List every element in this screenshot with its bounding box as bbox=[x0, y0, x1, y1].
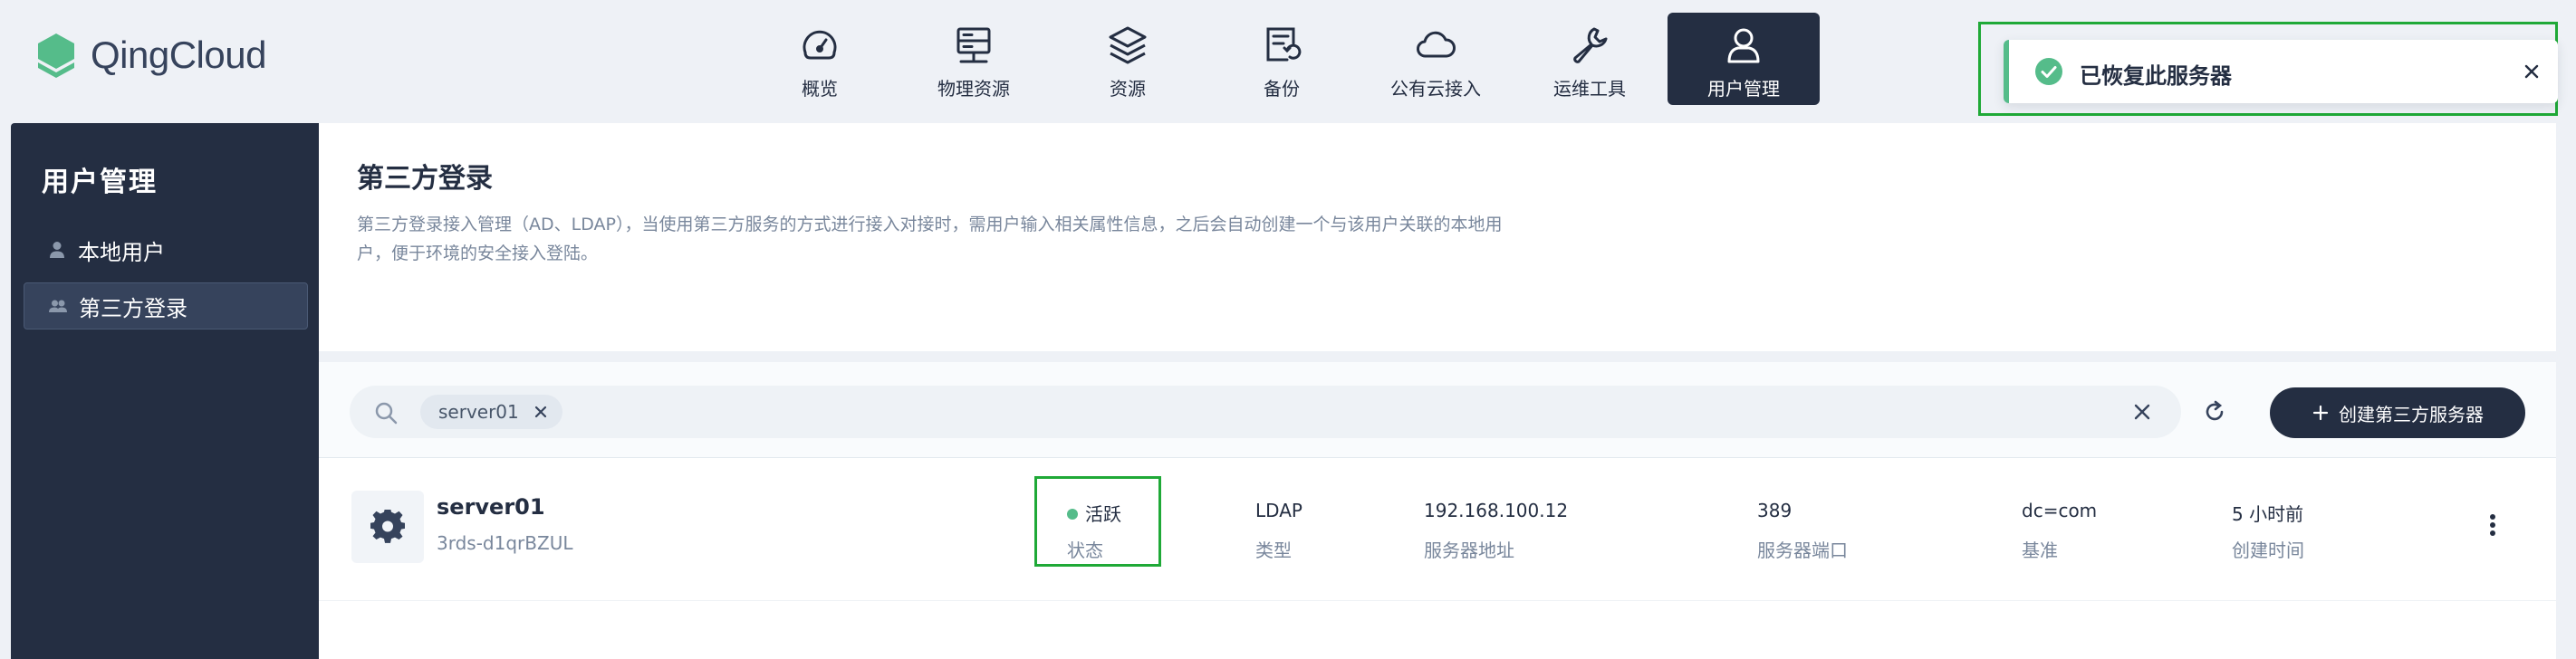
server-rack-icon bbox=[956, 27, 991, 63]
server-port-value: 389 bbox=[1757, 500, 1793, 521]
sidebar-item-label: 第三方登录 bbox=[79, 295, 187, 321]
dashboard-gauge-icon bbox=[803, 30, 837, 60]
user-icon bbox=[1727, 28, 1760, 63]
list-toolbar: server01 创建第三方服务器 bbox=[319, 362, 2556, 458]
nav-label: 物理资源 bbox=[937, 78, 1010, 100]
sidebar-item-local-users[interactable]: 本地用户 bbox=[24, 226, 308, 273]
users-icon bbox=[49, 300, 67, 312]
page-description: 第三方登录接入管理（AD、LDAP），当使用第三方服务的方式进行接入对接时，需用… bbox=[357, 215, 1503, 263]
server-port-label: 服务器端口 bbox=[1757, 540, 1848, 561]
nav-label: 公有云接入 bbox=[1390, 78, 1481, 100]
clear-search-icon[interactable] bbox=[2132, 402, 2152, 422]
backup-document-icon bbox=[1266, 27, 1302, 62]
sidebar-item-third-party-login[interactable]: 第三方登录 bbox=[24, 282, 308, 330]
refresh-button[interactable] bbox=[2192, 389, 2237, 435]
page-header: 第三方登录 第三方登录接入管理（AD、LDAP），当使用第三方服务的方式进行接入… bbox=[319, 123, 2556, 351]
check-circle-icon bbox=[2035, 58, 2062, 85]
server-list: server01 创建第三方服务器 server01 3rds-d1qrBZUL… bbox=[319, 362, 2556, 659]
server-name-link[interactable]: server01 bbox=[437, 494, 545, 520]
layers-icon bbox=[1109, 26, 1147, 64]
toast-message: 已恢复此服务器 bbox=[2080, 63, 2232, 89]
create-button-label: 创建第三方服务器 bbox=[2339, 403, 2484, 425]
cloud-icon bbox=[1417, 31, 1456, 58]
plus-icon bbox=[2312, 405, 2329, 421]
nav-item-public-cloud[interactable]: 公有云接入 bbox=[1360, 13, 1512, 105]
server-avatar bbox=[351, 491, 424, 563]
page-title: 第三方登录 bbox=[357, 163, 493, 195]
nav-label: 资源 bbox=[1110, 78, 1146, 100]
nav-item-physical-resources[interactable]: 物理资源 bbox=[898, 13, 1050, 105]
more-vertical-icon bbox=[2490, 514, 2495, 536]
server-id: 3rds-d1qrBZUL bbox=[437, 532, 573, 554]
nav-item-overview[interactable]: 概览 bbox=[744, 13, 896, 105]
close-icon[interactable] bbox=[2523, 63, 2540, 80]
gear-icon bbox=[370, 510, 405, 543]
nav-item-user-management[interactable]: 用户管理 bbox=[1668, 13, 1820, 105]
nav-item-resources[interactable]: 资源 bbox=[1052, 13, 1204, 105]
type-value: LDAP bbox=[1255, 500, 1302, 521]
create-third-party-server-button[interactable]: 创建第三方服务器 bbox=[2270, 387, 2525, 438]
search-icon bbox=[375, 402, 398, 425]
wrench-icon bbox=[1573, 27, 1608, 63]
server-address-value: 192.168.100.12 bbox=[1424, 500, 1569, 521]
sidebar-item-label: 本地用户 bbox=[78, 239, 165, 265]
created-time-label: 创建时间 bbox=[2232, 540, 2304, 561]
sidebar-title: 用户管理 bbox=[42, 167, 158, 198]
nav-label: 运维工具 bbox=[1553, 78, 1626, 100]
user-icon bbox=[50, 242, 64, 258]
nav-label: 备份 bbox=[1264, 78, 1300, 100]
sidebar: 用户管理 本地用户 第三方登录 bbox=[11, 123, 319, 659]
nav-item-backup[interactable]: 备份 bbox=[1206, 13, 1358, 105]
table-row: server01 3rds-d1qrBZUL 活跃 状态 LDAP 类型 192… bbox=[319, 458, 2556, 601]
search-input[interactable]: server01 bbox=[350, 386, 2181, 438]
search-filter-tag: server01 bbox=[420, 395, 562, 429]
base-dn-label: 基准 bbox=[2022, 540, 2058, 561]
more-actions-button[interactable] bbox=[2475, 507, 2511, 543]
filter-tag-text: server01 bbox=[438, 401, 519, 423]
nav-label: 概览 bbox=[802, 78, 838, 100]
nav-label: 用户管理 bbox=[1707, 78, 1780, 100]
status-highlight-box bbox=[1034, 476, 1161, 567]
refresh-icon bbox=[2206, 400, 2224, 421]
server-address-label: 服务器地址 bbox=[1424, 540, 1514, 561]
base-dn-value: dc=com bbox=[2022, 500, 2098, 521]
success-toast: 已恢复此服务器 bbox=[2004, 40, 2558, 103]
created-time-value: 5 小时前 bbox=[2232, 503, 2304, 525]
close-icon[interactable] bbox=[533, 405, 548, 419]
type-label: 类型 bbox=[1255, 540, 1292, 561]
nav-item-ops-tools[interactable]: 运维工具 bbox=[1514, 13, 1666, 105]
